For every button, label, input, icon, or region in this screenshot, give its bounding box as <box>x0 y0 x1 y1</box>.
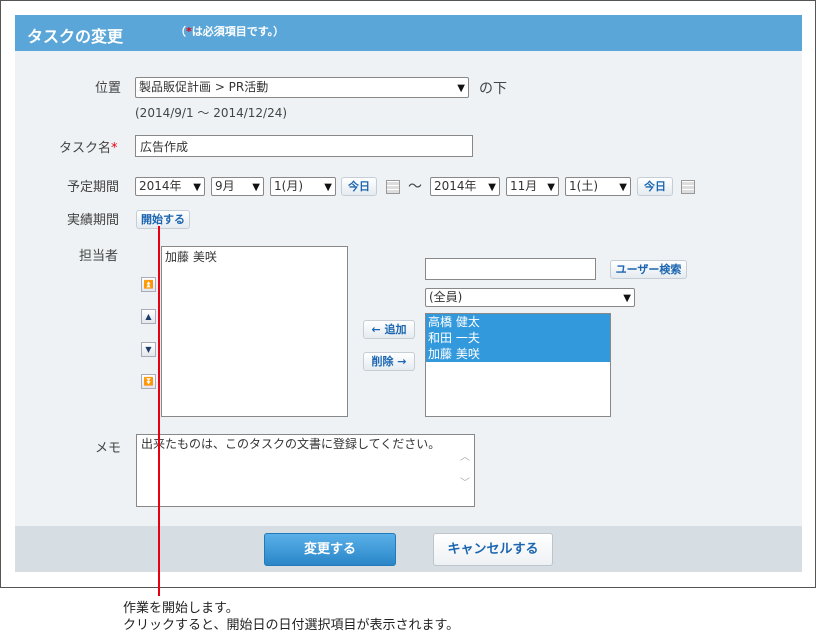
task-name-label: タスク名* <box>59 137 118 156</box>
planned-end-month-select[interactable]: 11月 ▼ <box>506 177 559 196</box>
task-name-label-text: タスク名 <box>59 141 112 156</box>
task-name-value: 広告作成 <box>140 140 189 154</box>
planned-start-today-button[interactable]: 今日 <box>341 177 377 196</box>
form-area: 位置 製品販促計画 > PR活動 ▼ の下 (2014/9/1 ～ 2014/1… <box>15 51 802 526</box>
add-assignee-button[interactable]: ← 追加 <box>363 320 415 339</box>
planned-start-month-value: 9月 <box>215 179 235 193</box>
planned-start-day-value: 1(月) <box>274 179 303 193</box>
position-label: 位置 <box>95 81 122 96</box>
planned-end-day-value: 1(土) <box>569 179 598 193</box>
chevron-down-icon: ▼ <box>324 182 332 193</box>
list-item[interactable]: 加藤 美咲 <box>162 249 347 265</box>
chevron-down-icon: ▼ <box>488 182 496 193</box>
memo-textarea[interactable]: 出来たものは、このタスクの文書に登録してください。 ︿ ﹀ <box>136 434 475 507</box>
page-title: タスクの変更 <box>27 27 124 46</box>
callout-line2: クリックすると、開始日の日付選択項目が表示されます。 <box>123 618 460 633</box>
memo-value: 出来たものは、このタスクの文書に登録してください。 <box>141 437 441 451</box>
position-select-value: 製品販促計画 > PR活動 <box>139 80 269 94</box>
planned-start-day-select[interactable]: 1(月) ▼ <box>270 177 336 196</box>
list-item[interactable]: 和田 一夫 <box>426 330 610 346</box>
chevron-down-icon: ▼ <box>547 182 555 193</box>
selected-assignees-list[interactable]: 加藤 美咲 <box>161 246 348 417</box>
footer-bar: 変更する キャンセルする <box>15 526 802 572</box>
planned-end-month-value: 11月 <box>510 179 538 193</box>
calendar-icon[interactable] <box>681 180 695 194</box>
actual-period-label: 実績期間 <box>67 213 120 228</box>
planned-start-month-select[interactable]: 9月 ▼ <box>211 177 264 196</box>
memo-label: メモ <box>95 441 122 456</box>
planned-end-day-select[interactable]: 1(土) ▼ <box>565 177 631 196</box>
chevron-down-icon: ▼ <box>619 182 627 193</box>
group-select-value: (全員) <box>429 290 463 304</box>
group-select[interactable]: (全員) ▼ <box>425 288 635 307</box>
remove-assignee-button[interactable]: 削除 → <box>363 352 415 371</box>
cancel-button[interactable]: キャンセルする <box>433 533 553 566</box>
calendar-icon[interactable] <box>386 180 400 194</box>
callout-text: 作業を開始します。 クリックすると、開始日の日付選択項目が表示されます。 <box>123 600 459 634</box>
required-note: （*は必須項目です。） <box>175 23 284 39</box>
title-bar: タスクの変更 （*は必須項目です。） <box>15 15 802 51</box>
user-search-button[interactable]: ユーザー検索 <box>610 260 687 279</box>
planned-end-year-select[interactable]: 2014年 ▼ <box>430 177 500 196</box>
planned-end-year-value: 2014年 <box>434 179 477 193</box>
candidate-users-list[interactable]: 高橋 健太 和田 一夫 加藤 美咲 <box>425 313 611 417</box>
position-select[interactable]: 製品販促計画 > PR活動 ▼ <box>135 77 469 98</box>
scroll-down-icon[interactable]: ﹀ <box>460 477 470 491</box>
dialog-frame: タスクの変更 （*は必須項目です。） 位置 製品販促計画 > PR活動 ▼ の下… <box>0 0 816 588</box>
move-down-icon[interactable]: ▼ <box>141 342 156 357</box>
planned-start-year-value: 2014年 <box>139 179 182 193</box>
list-item[interactable]: 加藤 美咲 <box>426 346 610 362</box>
position-suffix: の下 <box>479 81 507 97</box>
list-item[interactable]: 高橋 健太 <box>426 314 610 330</box>
move-bottom-icon[interactable]: ⏬ <box>141 374 156 389</box>
move-top-icon[interactable]: ⏫ <box>141 277 156 292</box>
start-actual-button[interactable]: 開始する <box>136 210 190 229</box>
planned-start-year-select[interactable]: 2014年 ▼ <box>135 177 205 196</box>
callout-line <box>158 226 160 596</box>
required-note-text: は必須項目です。） <box>191 25 285 38</box>
planned-period-label: 予定期間 <box>67 180 120 195</box>
move-up-icon[interactable]: ▲ <box>141 309 156 324</box>
task-name-required-star: * <box>111 141 118 156</box>
task-name-input[interactable]: 広告作成 <box>135 135 473 157</box>
position-date-range: (2014/9/1 ～ 2014/12/24) <box>135 106 288 120</box>
user-search-input[interactable] <box>425 258 596 280</box>
assignee-label: 担当者 <box>79 249 119 264</box>
planned-end-today-button[interactable]: 今日 <box>637 177 673 196</box>
chevron-down-icon: ▼ <box>457 83 465 94</box>
required-note-open: （ <box>175 25 186 38</box>
callout-line1: 作業を開始します。 <box>123 601 239 616</box>
chevron-down-icon: ▼ <box>252 182 260 193</box>
scroll-up-icon[interactable]: ︿ <box>460 451 470 465</box>
submit-button[interactable]: 変更する <box>264 533 396 566</box>
period-tilde: ～ <box>408 179 422 195</box>
chevron-down-icon: ▼ <box>623 293 631 304</box>
chevron-down-icon: ▼ <box>193 182 201 193</box>
